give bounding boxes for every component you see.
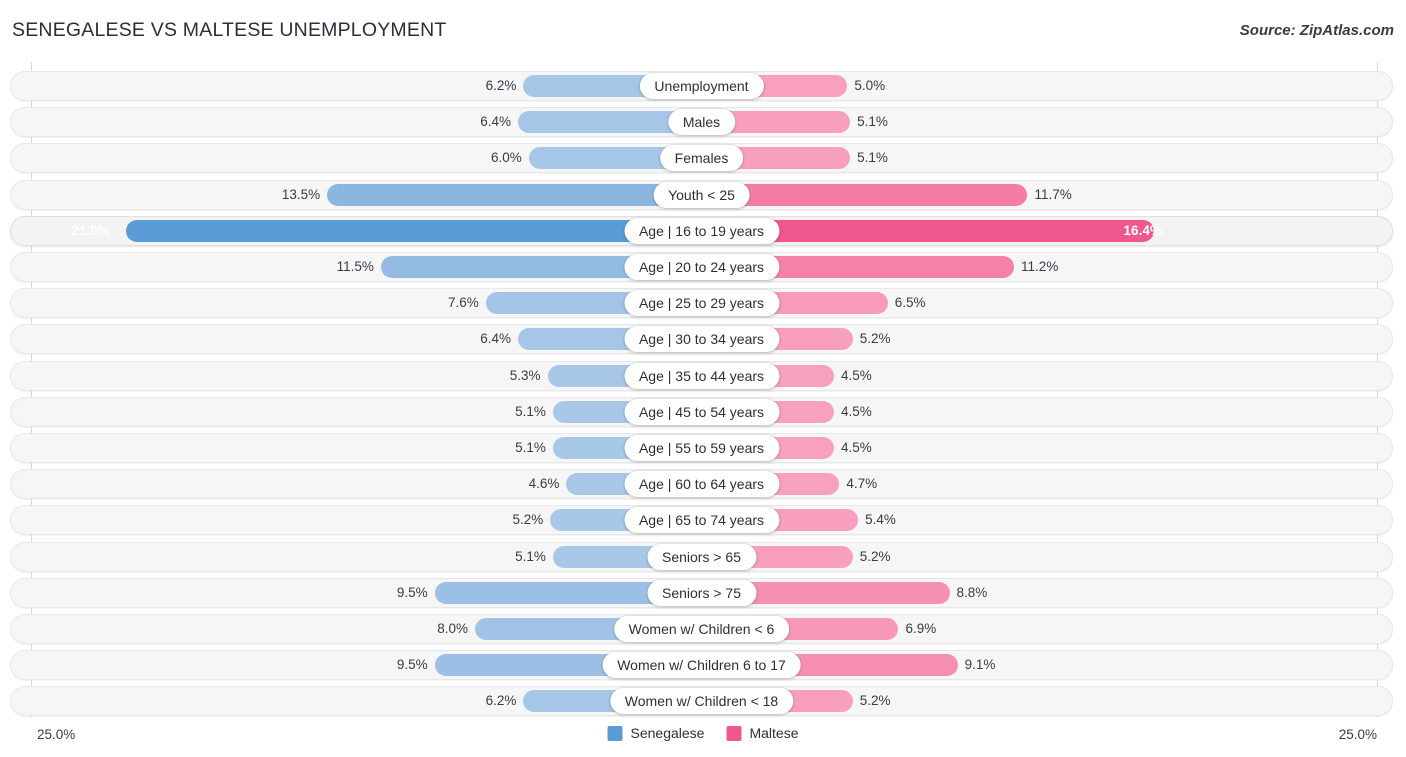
value-label-senegalese: 6.4%	[480, 331, 511, 347]
bar-senegalese	[327, 183, 690, 206]
chart-row: 21.0% 16.4% Age | 16 to 19 years	[10, 215, 1393, 246]
row-category-label: Seniors > 75	[647, 579, 756, 606]
value-label-senegalese: 6.2%	[485, 78, 517, 93]
page-title: SENEGALESE VS MALTESE UNEMPLOYMENT	[12, 19, 447, 41]
chart-plot-area: 6.2% 5.0% Unemployment 6.4% 5.1% Males 6.0% 5.1…	[0, 62, 1406, 717]
legend-label: Maltese	[749, 725, 799, 741]
value-label-maltese: 6.5%	[894, 295, 926, 311]
value-label-maltese: 5.1%	[857, 150, 888, 166]
axis-max-label-left: 25.0%	[37, 727, 76, 742]
row-category-label: Youth < 25	[653, 181, 750, 208]
value-label-senegalese: 5.1%	[515, 403, 546, 419]
value-label-maltese: 5.1%	[857, 114, 888, 130]
value-label-senegalese: 11.5%	[336, 259, 374, 274]
bar-maltese	[713, 219, 1154, 242]
chart-row: 8.0% 6.9% Women w/ Children < 6	[10, 614, 1393, 644]
chart-row: 5.1% 4.5% Age | 45 to 54 years	[10, 396, 1393, 427]
chart-row: 6.4% 5.2% Age | 30 to 34 years	[10, 324, 1393, 355]
chart-row: 13.5% 11.7% Youth < 25	[10, 179, 1393, 210]
row-category-label: Women w/ Children < 18	[609, 688, 794, 715]
value-label-maltese: 5.2%	[859, 548, 891, 564]
chart-footer: 25.0% 25.0% Senegalese Maltese	[0, 717, 1406, 757]
row-category-label: Age | 60 to 64 years	[623, 471, 780, 498]
value-label-senegalese: 5.1%	[515, 440, 546, 455]
value-label-senegalese: 7.6%	[447, 295, 479, 311]
row-category-label: Age | 45 to 54 years	[623, 398, 780, 425]
row-category-label: Age | 30 to 34 years	[623, 326, 780, 353]
row-category-label: Seniors > 65	[647, 543, 756, 570]
value-label-senegalese: 5.1%	[515, 548, 546, 564]
row-category-label: Age | 25 to 29 years	[623, 290, 780, 317]
row-category-label: Age | 35 to 44 years	[623, 362, 780, 389]
source-attribution: Source: ZipAtlas.com	[1239, 22, 1394, 39]
legend-swatch-icon	[607, 725, 623, 741]
value-label-maltese: 16.4%	[1123, 222, 1162, 238]
row-category-label: Males	[667, 109, 736, 136]
value-label-maltese: 6.9%	[905, 621, 937, 636]
value-label-senegalese: 6.2%	[485, 693, 517, 709]
value-label-senegalese: 6.0%	[490, 150, 522, 166]
value-label-maltese: 5.2%	[859, 331, 891, 347]
row-category-label: Age | 55 to 59 years	[623, 435, 780, 461]
chart-row: 9.5% 8.8% Seniors > 75	[10, 577, 1393, 608]
legend-swatch-icon	[726, 725, 742, 741]
chart-row: 5.1% 4.5% Age | 55 to 59 years	[10, 433, 1393, 463]
value-label-maltese: 4.5%	[840, 367, 872, 383]
row-category-label: Females	[659, 145, 744, 172]
chart-legend: Senegalese Maltese	[607, 725, 798, 741]
bar-maltese	[713, 183, 1028, 206]
value-label-maltese: 8.8%	[956, 584, 988, 600]
value-label-senegalese: 9.5%	[396, 584, 428, 600]
chart-header: SENEGALESE VS MALTESE UNEMPLOYMENT Sourc…	[0, 0, 1406, 62]
value-label-maltese: 11.7%	[1034, 186, 1072, 202]
chart-row: 5.3% 4.5% Age | 35 to 44 years	[10, 360, 1393, 391]
value-label-maltese: 4.5%	[840, 440, 872, 455]
legend-item[interactable]: Senegalese	[607, 725, 705, 741]
value-label-senegalese: 5.2%	[512, 512, 544, 528]
value-label-senegalese: 5.3%	[509, 367, 541, 383]
chart-row: 5.1% 5.2% Seniors > 65	[10, 541, 1393, 572]
chart-row: 5.2% 5.4% Age | 65 to 74 years	[10, 505, 1393, 536]
value-label-senegalese: 6.4%	[480, 114, 511, 130]
value-label-maltese: 4.7%	[846, 476, 878, 492]
legend-label: Senegalese	[630, 725, 705, 741]
row-category-label: Women w/ Children 6 to 17	[602, 652, 801, 679]
value-label-maltese: 4.5%	[840, 403, 872, 419]
row-category-label: Women w/ Children < 6	[613, 616, 790, 642]
value-label-maltese: 5.2%	[859, 693, 891, 709]
value-label-senegalese: 8.0%	[437, 621, 468, 636]
bar-senegalese	[125, 219, 690, 242]
bar-senegalese	[517, 111, 690, 134]
value-label-maltese: 5.4%	[865, 512, 896, 528]
chart-row: 6.2% 5.0% Unemployment	[10, 71, 1393, 101]
legend-item[interactable]: Maltese	[726, 725, 798, 741]
value-label-senegalese: 21.0%	[71, 222, 110, 238]
row-category-label: Age | 20 to 24 years	[623, 254, 780, 280]
chart-row: 11.5% 11.2% Age | 20 to 24 years	[10, 252, 1393, 282]
value-label-senegalese: 9.5%	[396, 657, 428, 673]
value-label-senegalese: 13.5%	[281, 186, 321, 202]
chart-row: 6.2% 5.2% Women w/ Children < 18	[10, 686, 1393, 717]
value-label-maltese: 5.0%	[854, 78, 886, 93]
row-category-label: Unemployment	[639, 73, 764, 99]
row-category-label: Age | 65 to 74 years	[623, 507, 780, 534]
value-label-senegalese: 4.6%	[528, 476, 560, 492]
chart-row: 6.4% 5.1% Males	[10, 107, 1393, 138]
value-label-maltese: 9.1%	[964, 657, 996, 673]
chart-row: 4.6% 4.7% Age | 60 to 64 years	[10, 469, 1393, 500]
axis-max-label-right: 25.0%	[1338, 727, 1377, 742]
chart-row: 6.0% 5.1% Females	[10, 143, 1393, 174]
chart-row: 7.6% 6.5% Age | 25 to 29 years	[10, 288, 1393, 319]
chart-row: 9.5% 9.1% Women w/ Children 6 to 17	[10, 650, 1393, 681]
row-category-label: Age | 16 to 19 years	[623, 217, 780, 244]
value-label-maltese: 11.2%	[1021, 259, 1059, 274]
